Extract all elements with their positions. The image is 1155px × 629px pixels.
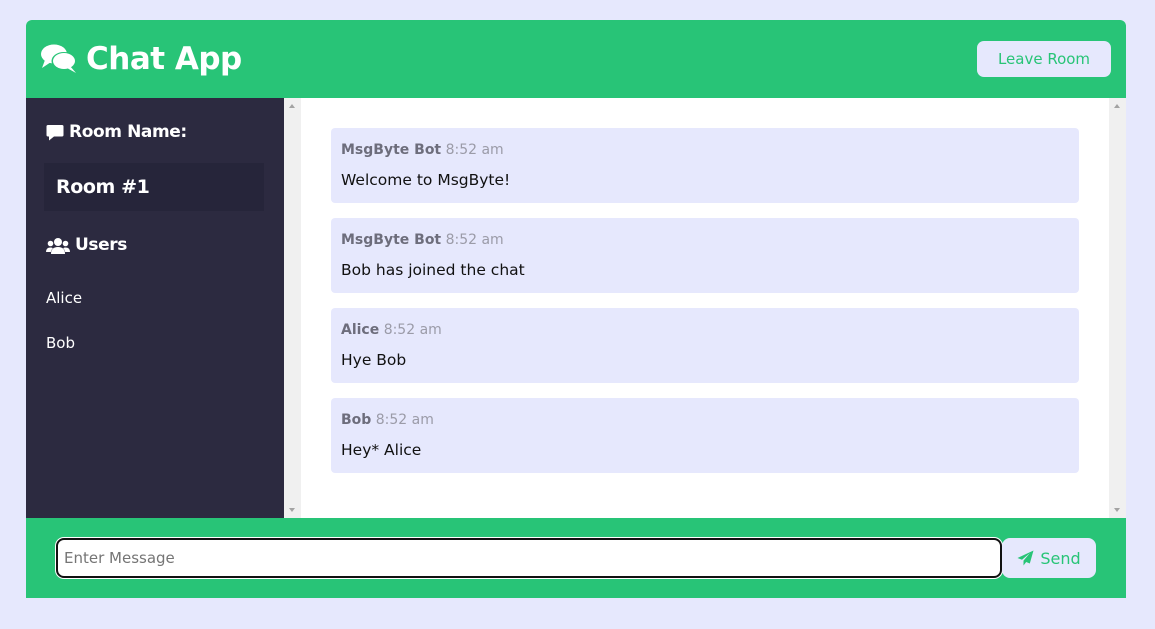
message-meta: MsgByte Bot 8:52 am — [341, 142, 504, 158]
room-name-box: Room #1 — [44, 163, 264, 211]
message-time: 8:52 am — [445, 142, 504, 158]
room-name-heading: Room Name: — [46, 122, 187, 142]
scroll-up-icon[interactable] — [289, 104, 295, 108]
send-label: Send — [1040, 548, 1081, 568]
message-meta: MsgByte Bot 8:52 am — [341, 232, 504, 248]
user-item: Bob — [46, 334, 75, 352]
message-author: MsgByte Bot — [341, 142, 442, 158]
message-author: MsgByte Bot — [341, 232, 442, 248]
message-author: Bob — [341, 412, 372, 428]
message-time: 8:52 am — [445, 232, 504, 248]
scroll-down-icon[interactable] — [1114, 508, 1120, 512]
message-text: Hye Bob — [341, 351, 407, 369]
message-input[interactable] — [56, 538, 1002, 578]
scroll-up-icon[interactable] — [1114, 104, 1120, 108]
users-heading: Users — [46, 235, 127, 255]
users-label: Users — [75, 235, 127, 255]
message-meta: Alice 8:52 am — [341, 322, 442, 338]
message-text: Welcome to MsgByte! — [341, 171, 511, 189]
message-meta: Bob 8:52 am — [341, 412, 434, 428]
composer: Send — [26, 518, 1126, 598]
scrollbar-right[interactable] — [1109, 98, 1126, 518]
chat-app: Chat App Leave Room Room Name: Room #1 U… — [26, 20, 1126, 598]
users-icon — [46, 237, 70, 254]
message-text: Hey* Alice — [341, 441, 422, 459]
send-button[interactable]: Send — [1002, 538, 1096, 578]
room-name-label: Room Name: — [69, 122, 187, 142]
app-title: Chat App — [86, 41, 242, 77]
messages-panel: MsgByte Bot 8:52 am Welcome to MsgByte! … — [284, 98, 1126, 518]
message-time: 8:52 am — [383, 322, 442, 338]
comments-icon — [41, 44, 77, 73]
leave-room-button[interactable]: Leave Room — [977, 41, 1111, 77]
app-header: Chat App Leave Room — [26, 20, 1126, 98]
sidebar: Room Name: Room #1 Users Alice Bob — [26, 98, 284, 518]
message-text: Bob has joined the chat — [341, 261, 525, 279]
paper-plane-icon — [1017, 550, 1034, 566]
message-author: Alice — [341, 322, 380, 338]
message: Bob 8:52 am Hey* Alice — [331, 398, 1079, 473]
comment-icon — [46, 124, 64, 140]
message-time: 8:52 am — [375, 412, 434, 428]
message: MsgByte Bot 8:52 am Welcome to MsgByte! — [331, 128, 1079, 203]
scrollbar-left[interactable] — [284, 98, 301, 518]
user-item: Alice — [46, 289, 83, 307]
message: Alice 8:52 am Hye Bob — [331, 308, 1079, 383]
message: MsgByte Bot 8:52 am Bob has joined the c… — [331, 218, 1079, 293]
scroll-down-icon[interactable] — [289, 508, 295, 512]
room-name-value: Room #1 — [56, 176, 150, 198]
brand: Chat App — [40, 38, 242, 80]
